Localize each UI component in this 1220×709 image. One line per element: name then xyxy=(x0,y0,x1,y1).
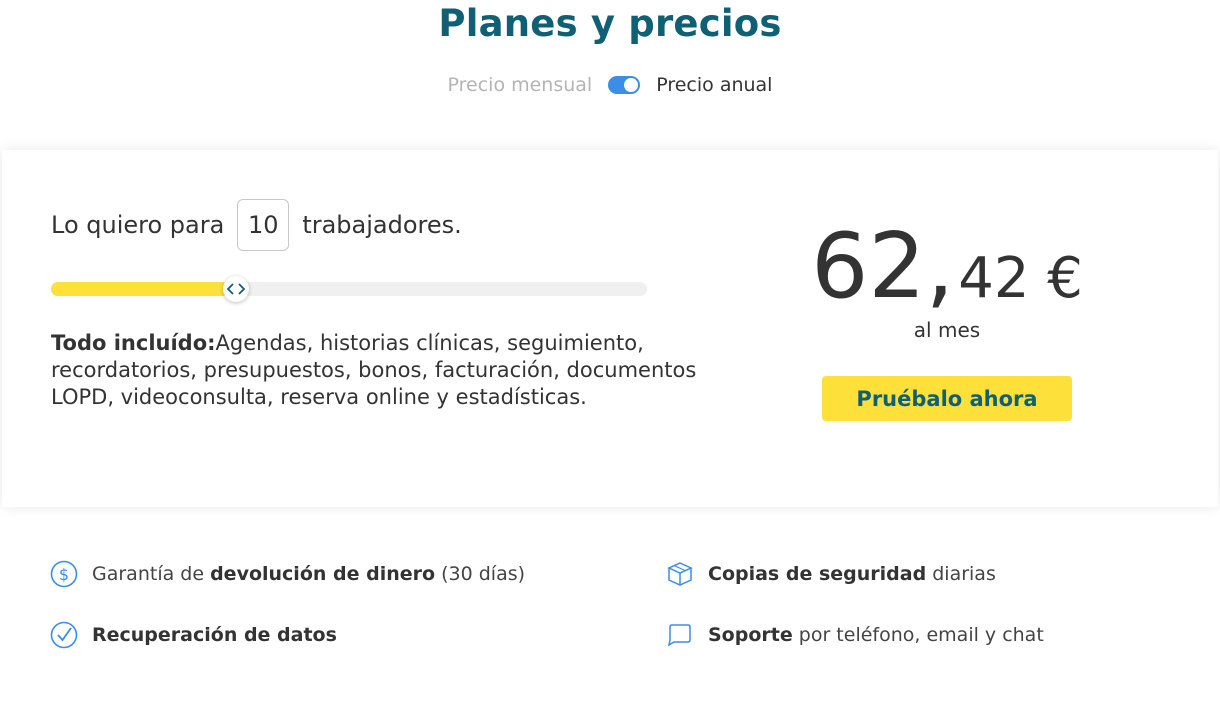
dollar-circle-icon: $ xyxy=(50,560,78,588)
feature-data-recovery: Recuperación de datos xyxy=(50,621,337,649)
page-title: Planes y precios xyxy=(438,2,782,45)
workers-count-input[interactable] xyxy=(237,199,290,251)
try-now-button[interactable]: Pruébalo ahora xyxy=(822,376,1072,421)
feature-text: Copias de seguridad diarias xyxy=(708,563,996,585)
box-icon xyxy=(666,560,694,588)
feature-text: Soporte por teléfono, email y chat xyxy=(708,624,1044,646)
price-display: 62, 42 € al mes xyxy=(702,222,1192,343)
chat-bubble-icon xyxy=(666,621,694,649)
feature-money-back: $ Garantía de devolución de dinero (30 d… xyxy=(50,560,525,588)
switch-knob xyxy=(624,78,639,92)
workers-slider[interactable] xyxy=(51,276,647,302)
check-circle-icon xyxy=(50,621,78,649)
svg-text:$: $ xyxy=(59,565,69,584)
included-heading: Todo incluído: xyxy=(51,331,216,355)
drag-arrows-icon xyxy=(227,283,245,295)
workers-prefix: Lo quiero para xyxy=(51,211,225,239)
pricing-card: Lo quiero para trabajadores. Todo incluí… xyxy=(2,150,1218,507)
monthly-price-label[interactable]: Precio mensual xyxy=(448,74,593,96)
price-period: al mes xyxy=(913,318,981,342)
included-features-text: Todo incluído:Agendas, historias clínica… xyxy=(51,330,731,411)
slider-handle[interactable] xyxy=(223,276,249,302)
workers-suffix: trabajadores. xyxy=(302,211,462,239)
price-integer: 62, xyxy=(811,214,955,319)
workers-selector: Lo quiero para trabajadores. xyxy=(51,199,462,251)
feature-support: Soporte por teléfono, email y chat xyxy=(666,621,1044,649)
price-decimal: 42 € xyxy=(958,246,1083,311)
feature-text: Recuperación de datos xyxy=(92,624,337,646)
billing-toggle-row: Precio mensual Precio anual xyxy=(0,74,1220,96)
slider-fill xyxy=(51,282,236,296)
annual-price-label[interactable]: Precio anual xyxy=(656,74,772,96)
feature-backups: Copias de seguridad diarias xyxy=(666,560,996,588)
price-amount: 62, 42 € xyxy=(811,222,1083,312)
feature-text: Garantía de devolución de dinero (30 día… xyxy=(92,563,526,585)
billing-period-switch[interactable] xyxy=(608,76,641,94)
